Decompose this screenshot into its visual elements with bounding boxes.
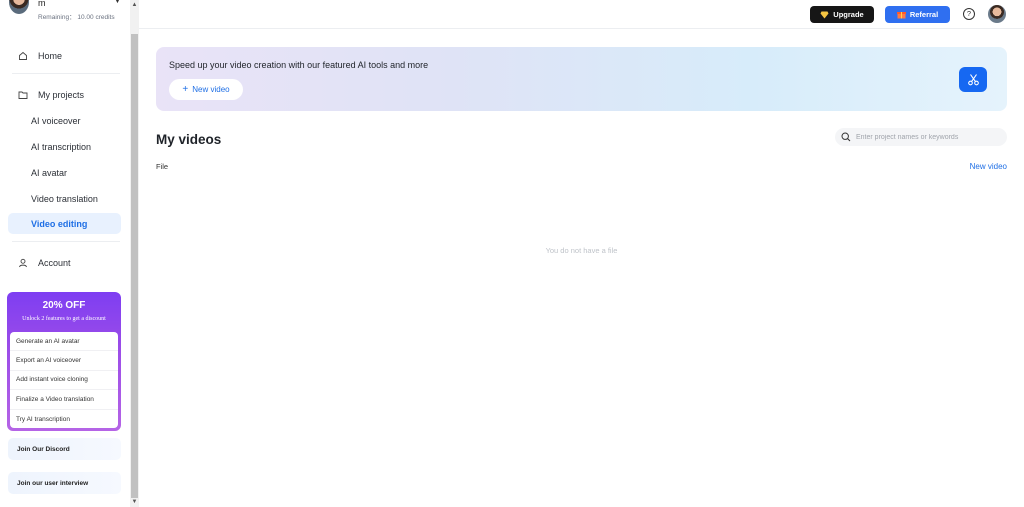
upgrade-button[interactable]: Upgrade: [810, 6, 874, 23]
divider: [12, 241, 120, 242]
search-input[interactable]: [856, 133, 1006, 141]
banner-new-video-button[interactable]: + New video: [169, 79, 243, 100]
referral-button[interactable]: Referral: [885, 6, 950, 23]
promo-task-generate-avatar[interactable]: Generate an AI avatar: [10, 332, 118, 352]
sidebar-scrollbar[interactable]: ▲ ▼: [130, 0, 139, 507]
user-icon: [16, 258, 30, 268]
promo-task-ai-transcription[interactable]: Try AI transcription: [10, 410, 118, 429]
top-header: Upgrade Referral ?: [139, 0, 1024, 29]
project-search[interactable]: [835, 128, 1007, 146]
promo-task-voice-cloning[interactable]: Add instant voice cloning: [10, 371, 118, 391]
scissors-icon: [967, 74, 979, 86]
user-menu[interactable]: m ▼ Remaining： 10.00 credits: [0, 0, 130, 30]
caret-down-icon[interactable]: ▼: [114, 0, 121, 5]
nav-account-label: Account: [38, 258, 71, 268]
nav-account[interactable]: Account: [8, 253, 121, 273]
sidebar-item-ai-avatar[interactable]: AI avatar: [8, 162, 121, 183]
sidebar-item-video-editing[interactable]: Video editing: [8, 213, 121, 234]
plus-icon: +: [182, 83, 189, 95]
join-discord-button[interactable]: Join Our Discord: [8, 438, 121, 460]
nav-my-projects[interactable]: My projects: [8, 85, 121, 105]
nav-home-label: Home: [38, 51, 63, 61]
scroll-up-arrow-icon[interactable]: ▲: [130, 1, 139, 9]
feature-banner: Speed up your video creation with our fe…: [156, 47, 1007, 111]
user-avatar[interactable]: [9, 0, 29, 14]
search-icon: [841, 132, 851, 142]
scroll-down-arrow-icon[interactable]: ▼: [130, 498, 139, 506]
promo-task-list: Generate an AI avatar Export an AI voice…: [10, 332, 118, 428]
discount-promo-card: 20% OFF Unlock 2 features to get a disco…: [7, 292, 121, 431]
sidebar-item-video-translation[interactable]: Video translation: [8, 188, 121, 209]
scroll-thumb[interactable]: [131, 34, 138, 498]
join-user-interview-button[interactable]: Join our user interview: [8, 472, 121, 494]
gift-icon: [896, 12, 906, 19]
banner-text: Speed up your video creation with our fe…: [169, 60, 429, 70]
promo-title: 20% OFF: [42, 300, 86, 311]
new-video-link[interactable]: New video: [960, 162, 1007, 171]
file-column-header: File: [156, 162, 169, 171]
promo-task-export-voiceover[interactable]: Export an AI voiceover: [10, 351, 118, 371]
nav-my-projects-label: My projects: [38, 90, 85, 100]
referral-label: Referral: [909, 10, 939, 19]
home-icon: [16, 51, 30, 61]
video-editing-tool-button[interactable]: [959, 67, 987, 92]
promo-subtitle: Unlock 2 features to get a discount: [22, 316, 106, 322]
sidebar-item-ai-voiceover[interactable]: AI voiceover: [8, 110, 121, 131]
sidebar-item-ai-transcription[interactable]: AI transcription: [8, 136, 121, 157]
credits-remaining: Remaining： 10.00 credits: [38, 14, 115, 21]
help-icon[interactable]: ?: [963, 8, 975, 20]
folder-icon: [16, 90, 30, 100]
divider: [12, 73, 120, 74]
upgrade-label: Upgrade: [833, 10, 864, 19]
diamond-icon: [820, 11, 829, 18]
banner-new-video-label: New video: [192, 85, 230, 94]
promo-task-video-translation[interactable]: Finalize a Video translation: [10, 390, 118, 410]
page-title: My videos: [156, 132, 222, 147]
sidebar: m ▼ Remaining： 10.00 credits Home My pro…: [0, 0, 130, 507]
empty-state-message: You do not have a file: [545, 246, 618, 255]
nav-home[interactable]: Home: [8, 46, 121, 66]
header-avatar[interactable]: [988, 5, 1006, 23]
user-name: m: [38, 0, 46, 8]
